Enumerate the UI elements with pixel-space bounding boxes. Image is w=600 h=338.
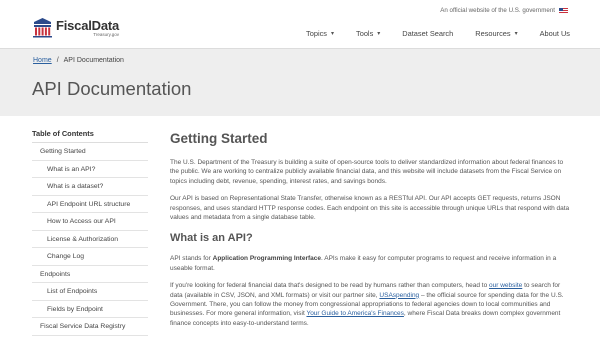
usaspending-link[interactable]: USAspending: [379, 292, 419, 299]
toc-item-endpoints[interactable]: Endpoints: [32, 266, 148, 283]
us-flag-icon: [559, 7, 568, 14]
site-header: An official website of the U.S. governme…: [0, 0, 600, 48]
toc-item-fields-by-endpoint[interactable]: Fields by Endpoint: [32, 301, 148, 318]
nav-topics[interactable]: Topics ▾: [306, 29, 334, 38]
nav-topics-label: Topics: [306, 29, 327, 38]
api-p1-bold: Application Programming Interface: [212, 255, 321, 263]
site-logo[interactable]: FiscalData Treasury.gov: [32, 17, 119, 38]
breadcrumb-current: API Documentation: [63, 57, 124, 64]
gov-banner-text: An official website of the U.S. governme…: [440, 7, 555, 14]
nav-dataset-search-label: Dataset Search: [402, 29, 454, 38]
our-website-link[interactable]: our website: [489, 282, 522, 289]
toc-item-list-of-endpoints[interactable]: List of Endpoints: [32, 283, 148, 301]
page-hero: Home / API Documentation API Documentati…: [0, 48, 600, 116]
toc-item-change-log[interactable]: Change Log: [32, 248, 148, 266]
nav-dataset-search[interactable]: Dataset Search: [402, 29, 453, 38]
nav-about-us-label: About Us: [539, 29, 570, 38]
breadcrumb-separator: /: [56, 57, 59, 64]
nav-resources-label: Resources: [475, 29, 511, 38]
api-p2-text-a: If you're looking for federal financial …: [170, 282, 490, 290]
toc-item-getting-started[interactable]: Getting Started: [32, 143, 148, 161]
table-of-contents: Table of Contents Getting Started What i…: [32, 125, 148, 336]
capitol-stripes-logo-icon: [32, 17, 53, 38]
nav-tools[interactable]: Tools ▾: [356, 29, 380, 38]
toc-item-license-authorization[interactable]: License & Authorization: [32, 231, 148, 248]
breadcrumb: Home / API Documentation: [33, 57, 124, 64]
intro-paragraph-2: Our API is based on Representational Sta…: [170, 195, 570, 222]
americas-finances-link[interactable]: Your Guide to America's Finances: [306, 310, 403, 317]
toc-header: Table of Contents: [32, 125, 148, 143]
breadcrumb-home-link[interactable]: Home: [33, 57, 52, 64]
api-p1-text: API stands for: [170, 255, 213, 263]
toc-item-how-to-access[interactable]: How to Access our API: [32, 213, 148, 231]
api-paragraph-2: If you're looking for federal financial …: [170, 281, 570, 328]
what-is-an-api-heading: What is an API?: [170, 232, 253, 245]
logo-title: FiscalData: [56, 18, 120, 33]
toc-item-fiscal-service-data-registry[interactable]: Fiscal Service Data Registry: [32, 318, 148, 336]
chevron-down-icon: ▾: [377, 31, 381, 37]
gov-banner: An official website of the U.S. governme…: [440, 7, 568, 14]
nav-tools-label: Tools: [356, 29, 374, 38]
toc-item-what-is-a-dataset[interactable]: What is a dataset?: [32, 178, 148, 196]
toc-item-api-endpoint-url-structure[interactable]: API Endpoint URL structure: [32, 196, 148, 213]
page-title: API Documentation: [32, 78, 192, 99]
nav-resources[interactable]: Resources ▾: [475, 29, 517, 38]
main-nav: Topics ▾ Tools ▾ Dataset Search Resource…: [306, 29, 570, 38]
chevron-down-icon: ▾: [331, 31, 335, 37]
chevron-down-icon: ▾: [514, 31, 518, 37]
nav-about-us[interactable]: About Us: [540, 29, 570, 38]
getting-started-heading: Getting Started: [170, 131, 268, 146]
toc-item-what-is-an-api[interactable]: What is an API?: [32, 161, 148, 178]
main-content: Getting Started The U.S. Department of t…: [170, 131, 570, 336]
api-paragraph-1: API stands for Application Programming I…: [170, 254, 570, 273]
intro-paragraph-1: The U.S. Department of the Treasury is b…: [170, 159, 564, 185]
